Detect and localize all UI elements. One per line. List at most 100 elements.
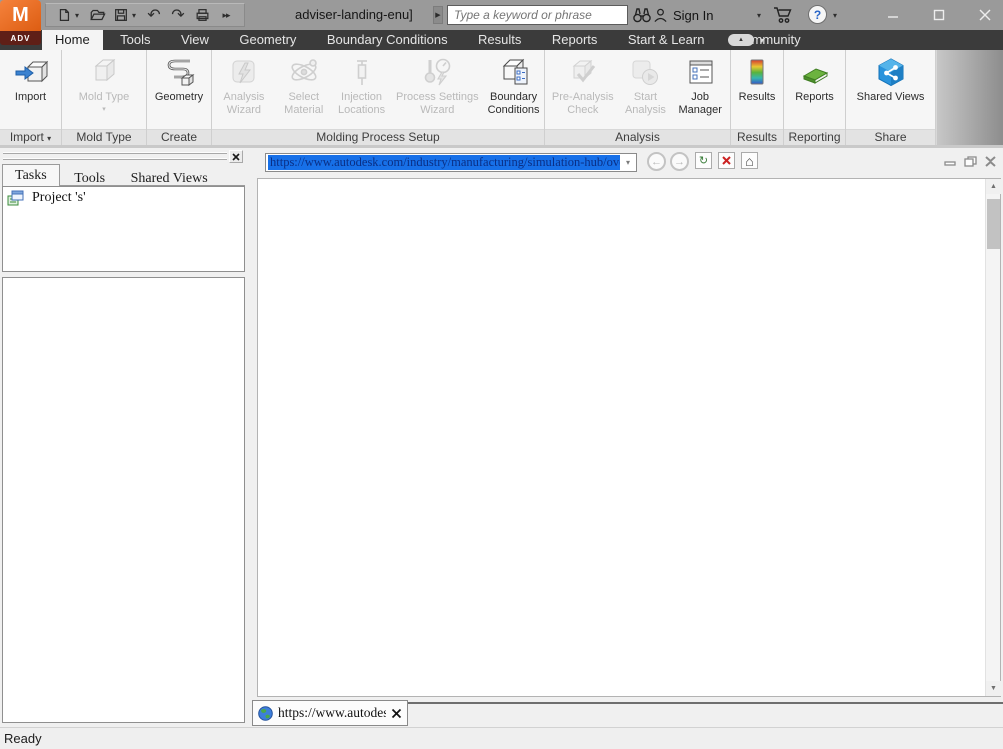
group-label-mold-type: Mold Type <box>62 129 146 145</box>
boundary-conditions-button[interactable]: Boundary Conditions <box>483 50 544 129</box>
vertical-scrollbar[interactable]: ▲ ▼ <box>985 179 1000 696</box>
tab-bar-divider <box>408 702 1003 704</box>
forward-icon: → <box>674 156 685 168</box>
open-button[interactable] <box>87 5 107 25</box>
close-icon <box>979 9 991 21</box>
scroll-down-button[interactable]: ▼ <box>986 681 1001 696</box>
search-input[interactable] <box>447 5 628 25</box>
geometry-button[interactable]: Geometry <box>148 50 210 129</box>
analysis-wizard-button[interactable]: Analysis Wizard <box>212 50 276 129</box>
new-file-button[interactable] <box>54 5 74 25</box>
scrollbar-thumb[interactable] <box>987 199 1000 249</box>
injection-locations-button[interactable]: Injection Locations <box>332 50 392 129</box>
url-text[interactable]: https://www.autodesk.com/industry/manufa… <box>268 155 620 170</box>
stop-icon <box>722 156 731 165</box>
app-logo[interactable]: M ADV <box>0 0 41 46</box>
sign-in-button[interactable]: Sign In <box>653 4 713 26</box>
help-button[interactable]: ? <box>808 5 827 24</box>
back-button[interactable]: ← <box>647 152 666 171</box>
redo-button[interactable]: ↷ <box>168 5 188 25</box>
results-button[interactable]: Results <box>732 50 782 129</box>
qat-overflow-button[interactable]: ▸▸ <box>216 5 236 25</box>
save-button[interactable] <box>111 5 131 25</box>
start-analysis-button[interactable]: Start Analysis <box>621 50 671 129</box>
select-material-button[interactable]: Select Material <box>276 50 332 129</box>
address-bar[interactable]: https://www.autodesk.com/industry/manufa… <box>265 153 637 172</box>
ribbon-tab-bar: Home Tools View Geometry Boundary Condit… <box>0 30 1003 50</box>
help-caret-icon[interactable]: ▾ <box>833 11 837 20</box>
maximize-button[interactable] <box>922 0 956 30</box>
ribbon-options-caret-icon[interactable]: ▾ <box>760 36 764 45</box>
tab-home[interactable]: Home <box>42 30 103 50</box>
address-dropdown-icon[interactable]: ▾ <box>620 158 636 167</box>
tree-item-project[interactable]: Project 's' <box>3 187 244 209</box>
undo-button[interactable]: ↶ <box>144 5 164 25</box>
doc-minimize-button[interactable] <box>944 154 957 165</box>
document-tab-label: https://www.autodesk.... <box>278 705 386 721</box>
home-icon: ⌂ <box>745 153 753 169</box>
browser-pane: https://www.autodesk.com/industry/manufa… <box>255 148 1003 727</box>
tab-boundary-conditions[interactable]: Boundary Conditions <box>314 30 461 50</box>
ribbon-empty-area <box>936 50 1003 145</box>
project-tree-panel: Project 's' <box>2 186 245 272</box>
refresh-button[interactable]: ↻ <box>695 152 712 169</box>
forward-button[interactable]: → <box>670 152 689 171</box>
document-window-controls <box>944 154 997 165</box>
panel-close-button[interactable] <box>229 150 243 163</box>
doc-restore-button[interactable] <box>964 154 977 165</box>
tab-results[interactable]: Results <box>465 30 534 50</box>
adv-badge: ADV <box>0 31 41 45</box>
doc-close-button[interactable] <box>984 154 997 165</box>
document-tab[interactable]: https://www.autodesk.... <box>252 700 408 726</box>
process-settings-wizard-icon <box>420 53 454 91</box>
ribbon-collapse-button[interactable]: ▲ <box>728 34 754 46</box>
browser-content[interactable]: ▲ ▼ <box>257 178 1001 697</box>
mold-type-button[interactable]: Mold Type ▾ <box>64 50 144 129</box>
reports-button[interactable]: Reports <box>786 50 844 129</box>
minimize-button[interactable] <box>876 0 910 30</box>
new-file-caret-icon[interactable]: ▾ <box>75 11 83 20</box>
home-button[interactable]: ⌂ <box>741 152 758 169</box>
tab-view[interactable]: View <box>168 30 222 50</box>
tab-geometry[interactable]: Geometry <box>226 30 309 50</box>
group-label-import[interactable]: Import ▾ <box>0 129 61 145</box>
group-label-analysis: Analysis <box>545 129 730 145</box>
help-search <box>447 5 628 25</box>
sign-in-caret-icon[interactable]: ▾ <box>757 11 761 20</box>
pre-analysis-check-button[interactable]: Pre-Analysis Check <box>545 50 621 129</box>
import-button[interactable]: Import <box>2 50 60 129</box>
tab-close-icon[interactable] <box>391 708 402 719</box>
stop-button[interactable] <box>718 152 735 169</box>
tab-tools[interactable]: Tools <box>107 30 163 50</box>
job-manager-button[interactable]: Job Manager <box>670 50 730 129</box>
geometry-icon <box>162 53 196 91</box>
tab-reports[interactable]: Reports <box>539 30 611 50</box>
status-bar: Ready <box>0 727 1003 749</box>
import-group-caret-icon: ▾ <box>47 134 51 143</box>
search-button[interactable] <box>631 5 653 25</box>
panel-tab-tasks[interactable]: Tasks <box>2 164 60 188</box>
tree-item-label: Project 's' <box>32 190 86 206</box>
cart-button[interactable] <box>773 5 794 29</box>
document-tab-bar: https://www.autodesk.... <box>255 700 1003 727</box>
group-label-results: Results <box>731 129 783 145</box>
panel-grip-handle[interactable] <box>3 152 227 160</box>
browser-toolbar: https://www.autodesk.com/industry/manufa… <box>255 148 1003 178</box>
title-expand-button[interactable]: ▶ <box>433 6 443 24</box>
moldflow-logo-icon: M <box>0 0 41 31</box>
close-button[interactable] <box>968 0 1002 30</box>
left-panel: Tasks Tools Shared Views Project 's' <box>0 148 247 727</box>
save-caret-icon[interactable]: ▾ <box>132 11 140 20</box>
group-label-molding-process-setup: Molding Process Setup <box>212 129 544 145</box>
print-button[interactable] <box>192 5 212 25</box>
app-window: M ADV ▾ ▾ ↶ ↷ ▸▸ adviser-landing-enu] ▶ <box>0 0 1003 749</box>
tab-start-learn[interactable]: Start & Learn <box>615 30 718 50</box>
start-analysis-icon <box>628 53 662 91</box>
globe-icon <box>258 706 273 721</box>
ribbon-group-share: Shared Views Share <box>846 50 936 145</box>
maximize-icon <box>933 9 945 21</box>
process-settings-wizard-button[interactable]: Process Settings Wizard <box>391 50 483 129</box>
pre-analysis-check-icon <box>566 53 600 91</box>
scroll-up-button[interactable]: ▲ <box>986 179 1001 194</box>
shared-views-button[interactable]: Shared Views <box>848 50 934 129</box>
